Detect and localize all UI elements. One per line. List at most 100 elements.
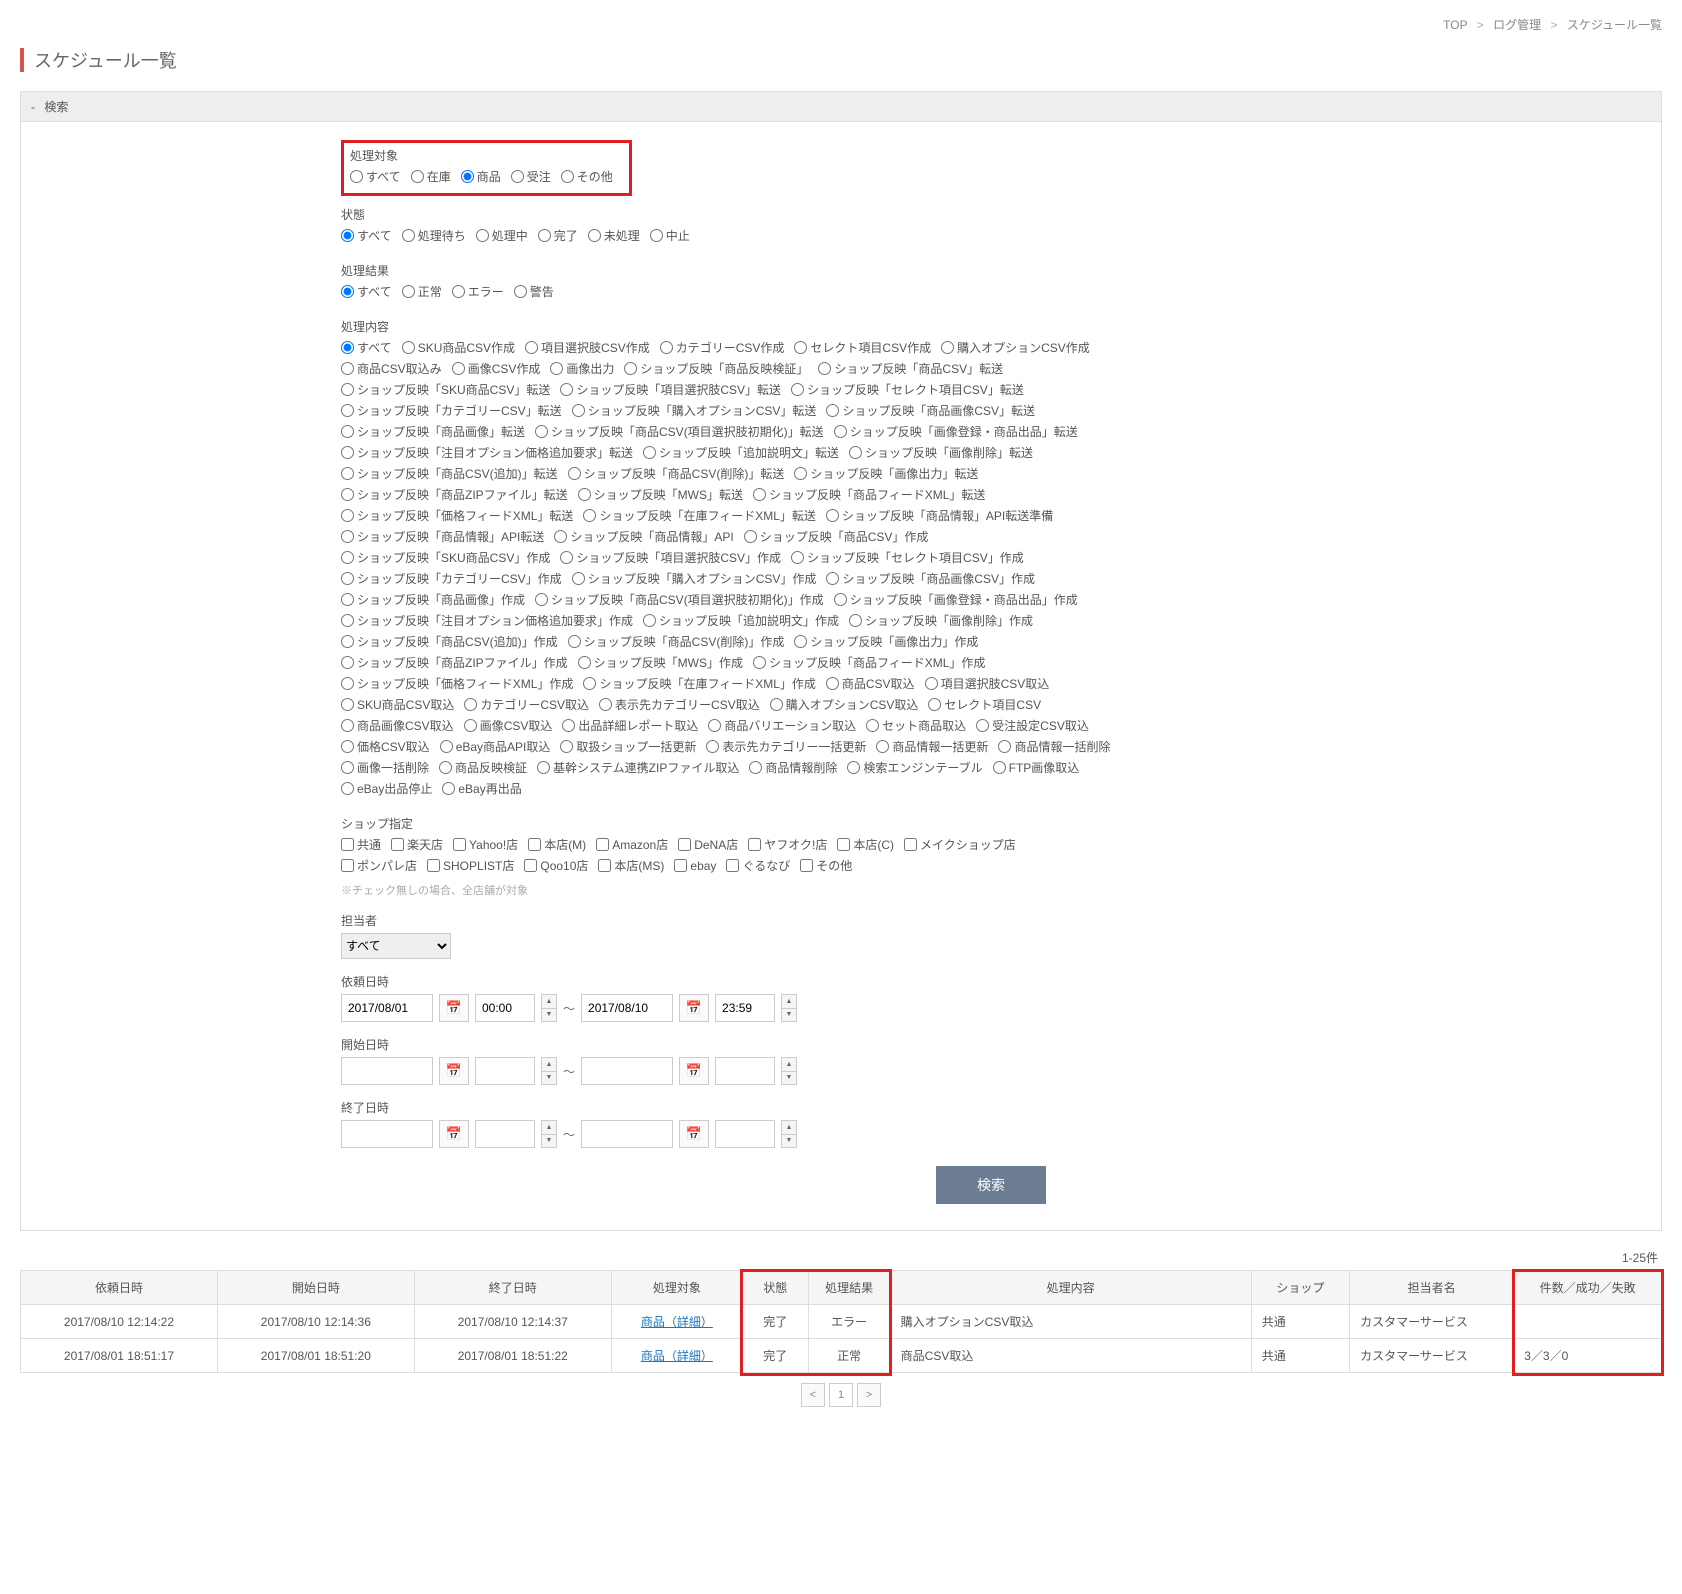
- time-from[interactable]: [475, 1120, 535, 1148]
- status-radio[interactable]: 処理中: [476, 227, 528, 244]
- time-to[interactable]: [715, 1057, 775, 1085]
- date-to[interactable]: [581, 1120, 673, 1148]
- content-radio[interactable]: ショップ反映「追加説明文」転送: [643, 444, 839, 461]
- content-radio[interactable]: ショップ反映「商品情報」API転送: [341, 528, 544, 545]
- content-radio[interactable]: 商品反映検証: [439, 759, 527, 776]
- target-radio[interactable]: 在庫: [411, 168, 451, 185]
- content-radio[interactable]: 出品詳細レポート取込: [562, 717, 698, 734]
- date-to[interactable]: [581, 1057, 673, 1085]
- search-panel-header[interactable]: - 検索: [21, 92, 1661, 122]
- content-radio[interactable]: ショップ反映「在庫フィードXML」作成: [583, 675, 815, 692]
- date-from[interactable]: [341, 1120, 433, 1148]
- target-radio[interactable]: 受注: [511, 168, 551, 185]
- time-to[interactable]: [715, 1120, 775, 1148]
- content-radio[interactable]: 画像CSV作成: [452, 360, 541, 377]
- calendar-icon[interactable]: 📅: [679, 1120, 709, 1148]
- search-button[interactable]: 検索: [936, 1166, 1046, 1204]
- content-radio[interactable]: 項目選択肢CSV作成: [525, 339, 650, 356]
- shop-check[interactable]: その他: [800, 857, 852, 874]
- content-radio[interactable]: ショップ反映「価格フィードXML」転送: [341, 507, 573, 524]
- content-radio[interactable]: 基幹システム連携ZIPファイル取込: [537, 759, 739, 776]
- result-radio[interactable]: 正常: [402, 283, 442, 300]
- content-radio[interactable]: ショップ反映「カテゴリーCSV」転送: [341, 402, 562, 419]
- content-radio[interactable]: ショップ反映「MWS」転送: [578, 486, 743, 503]
- content-radio[interactable]: ショップ反映「画像削除」作成: [849, 612, 1033, 629]
- pager-next[interactable]: >: [857, 1383, 881, 1407]
- content-radio[interactable]: ショップ反映「SKU商品CSV」作成: [341, 549, 550, 566]
- status-radio[interactable]: 未処理: [588, 227, 640, 244]
- shop-check[interactable]: DeNA店: [678, 836, 738, 853]
- result-radio[interactable]: エラー: [452, 283, 504, 300]
- date-to[interactable]: [581, 994, 673, 1022]
- shop-check[interactable]: Yahoo!店: [453, 836, 518, 853]
- content-radio[interactable]: ショップ反映「商品CSV」転送: [818, 360, 1003, 377]
- date-from[interactable]: [341, 994, 433, 1022]
- content-radio[interactable]: ショップ反映「在庫フィードXML」転送: [583, 507, 815, 524]
- shop-check[interactable]: ポンパレ店: [341, 857, 417, 874]
- status-radio[interactable]: 完了: [538, 227, 578, 244]
- shop-check[interactable]: ebay: [674, 859, 716, 873]
- content-radio[interactable]: 商品CSV取込み: [341, 360, 442, 377]
- shop-check[interactable]: ぐるなび: [726, 857, 790, 874]
- content-radio[interactable]: 受注設定CSV取込: [976, 717, 1089, 734]
- target-radio[interactable]: その他: [561, 168, 613, 185]
- content-radio[interactable]: ショップ反映「項目選択肢CSV」作成: [560, 549, 781, 566]
- calendar-icon[interactable]: 📅: [679, 1057, 709, 1085]
- shop-check[interactable]: メイクショップ店: [904, 836, 1016, 853]
- target-link[interactable]: 商品（詳細）: [641, 1349, 713, 1363]
- time-to[interactable]: [715, 994, 775, 1022]
- content-radio[interactable]: ショップ反映「商品CSV」作成: [744, 528, 929, 545]
- shop-check[interactable]: 楽天店: [391, 836, 443, 853]
- content-radio[interactable]: ショップ反映「画像登録・商品出品」転送: [834, 423, 1078, 440]
- content-radio[interactable]: カテゴリーCSV作成: [660, 339, 785, 356]
- content-radio[interactable]: ショップ反映「MWS」作成: [578, 654, 743, 671]
- pager-current[interactable]: 1: [829, 1383, 853, 1407]
- time-stepper[interactable]: ▲▼: [781, 994, 797, 1022]
- status-radio[interactable]: 中止: [650, 227, 690, 244]
- content-radio[interactable]: 商品画像CSV取込: [341, 717, 454, 734]
- time-stepper[interactable]: ▲▼: [781, 1120, 797, 1148]
- content-radio[interactable]: ショップ反映「追加説明文」作成: [643, 612, 839, 629]
- content-radio[interactable]: ショップ反映「商品CSV(項目選択肢初期化)」作成: [535, 591, 824, 608]
- shop-check[interactable]: 本店(MS): [598, 857, 664, 874]
- content-radio[interactable]: ショップ反映「画像出力」作成: [794, 633, 978, 650]
- content-radio[interactable]: ショップ反映「画像削除」転送: [849, 444, 1033, 461]
- content-radio[interactable]: すべて: [341, 339, 392, 356]
- pager-prev[interactable]: <: [801, 1383, 825, 1407]
- content-radio[interactable]: ショップ反映「商品CSV(追加)」転送: [341, 465, 558, 482]
- assignee-select[interactable]: すべて: [341, 933, 451, 959]
- content-radio[interactable]: 画像出力: [550, 360, 614, 377]
- content-radio[interactable]: ショップ反映「商品CSV(削除)」作成: [568, 633, 785, 650]
- content-radio[interactable]: ショップ反映「商品情報」API: [554, 528, 733, 545]
- content-radio[interactable]: ショップ反映「商品画像CSV」作成: [826, 570, 1035, 587]
- content-radio[interactable]: 項目選択肢CSV取込: [925, 675, 1050, 692]
- shop-check[interactable]: Qoo10店: [524, 857, 588, 874]
- time-stepper[interactable]: ▲▼: [541, 1120, 557, 1148]
- content-radio[interactable]: ショップ反映「購入オプションCSV」転送: [572, 402, 817, 419]
- content-radio[interactable]: ショップ反映「SKU商品CSV」転送: [341, 381, 550, 398]
- content-radio[interactable]: セレクト項目CSV作成: [794, 339, 931, 356]
- content-radio[interactable]: ショップ反映「購入オプションCSV」作成: [572, 570, 817, 587]
- content-radio[interactable]: ショップ反映「画像登録・商品出品」作成: [834, 591, 1078, 608]
- date-from[interactable]: [341, 1057, 433, 1085]
- content-radio[interactable]: ショップ反映「商品CSV(項目選択肢初期化)」転送: [535, 423, 824, 440]
- content-radio[interactable]: ショップ反映「商品CSV(削除)」転送: [568, 465, 785, 482]
- target-radio[interactable]: 商品: [461, 168, 501, 185]
- content-radio[interactable]: ショップ反映「項目選択肢CSV」転送: [560, 381, 781, 398]
- content-radio[interactable]: ショップ反映「商品フィードXML」転送: [753, 486, 985, 503]
- calendar-icon[interactable]: 📅: [439, 1120, 469, 1148]
- content-radio[interactable]: 表示先カテゴリー一括更新: [706, 738, 866, 755]
- time-from[interactable]: [475, 994, 535, 1022]
- status-radio[interactable]: すべて: [341, 227, 392, 244]
- content-radio[interactable]: 商品情報削除: [749, 759, 837, 776]
- content-radio[interactable]: ショップ反映「商品情報」API転送準備: [826, 507, 1053, 524]
- content-radio[interactable]: 画像CSV取込: [464, 717, 553, 734]
- content-radio[interactable]: セレクト項目CSV: [928, 696, 1041, 713]
- time-stepper[interactable]: ▲▼: [781, 1057, 797, 1085]
- content-radio[interactable]: 価格CSV取込: [341, 738, 430, 755]
- content-radio[interactable]: ショップ反映「商品ZIPファイル」転送: [341, 486, 568, 503]
- content-radio[interactable]: ショップ反映「注目オプション価格追加要求」作成: [341, 612, 633, 629]
- time-stepper[interactable]: ▲▼: [541, 994, 557, 1022]
- shop-check[interactable]: ヤフオク!店: [748, 836, 827, 853]
- content-radio[interactable]: ショップ反映「商品CSV(追加)」作成: [341, 633, 558, 650]
